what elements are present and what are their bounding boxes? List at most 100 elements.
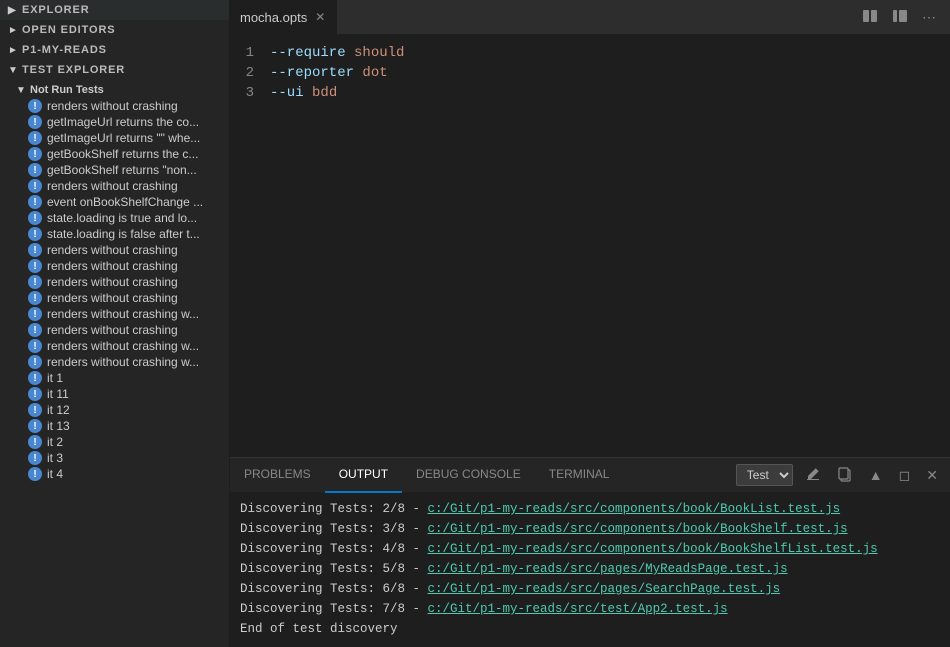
p1-my-reads-header[interactable]: ► P1-MY-READS xyxy=(0,40,229,60)
panel-controls: Test ▲ ◻ ✕ xyxy=(736,464,950,487)
test-item[interactable]: ! renders without crashing xyxy=(0,258,229,274)
test-item[interactable]: ! renders without crashing w... xyxy=(0,354,229,370)
test-item-label: it 4 xyxy=(47,467,221,481)
explorer-label: EXPLORER xyxy=(22,4,90,16)
not-run-tests-chevron: ▼ xyxy=(16,85,26,95)
tab-problems[interactable]: PROBLEMS xyxy=(230,458,325,493)
line-number: 2 xyxy=(240,63,270,83)
test-item[interactable]: ! renders without crashing w... xyxy=(0,338,229,354)
panel-tab-bar: PROBLEMS OUTPUT DEBUG CONSOLE TERMINAL T… xyxy=(230,458,950,493)
test-item-label: getBookShelf returns "non... xyxy=(47,163,221,177)
test-item-label: getImageUrl returns "" whe... xyxy=(47,131,221,145)
test-item[interactable]: ! getImageUrl returns the co... xyxy=(0,114,229,130)
test-status-icon: ! xyxy=(28,163,42,177)
toggle-sidebar-icon[interactable] xyxy=(888,6,912,29)
maximize-panel-icon[interactable]: ▲ xyxy=(865,465,887,485)
close-panel-icon[interactable]: ✕ xyxy=(922,465,942,486)
split-editor-icon[interactable] xyxy=(858,6,882,29)
test-item-label: getImageUrl returns the co... xyxy=(47,115,221,129)
test-item[interactable]: ! it 13 xyxy=(0,418,229,434)
test-item[interactable]: ! state.loading is false after t... xyxy=(0,226,229,242)
not-run-tests-header[interactable]: ▼ Not Run Tests xyxy=(0,82,229,98)
explorer-header[interactable]: ▶ EXPLORER xyxy=(0,0,229,20)
test-status-icon: ! xyxy=(28,451,42,465)
test-item[interactable]: ! it 1 xyxy=(0,370,229,386)
output-line: Discovering Tests: 6/8 - c:/Git/p1-my-re… xyxy=(240,579,940,599)
test-status-icon: ! xyxy=(28,323,42,337)
test-status-icon: ! xyxy=(28,371,42,385)
test-status-icon: ! xyxy=(28,419,42,433)
p1-my-reads-label: P1-MY-READS xyxy=(22,44,107,56)
output-plain: Discovering Tests: 4/8 - xyxy=(240,539,428,559)
output-line: End of test discovery xyxy=(240,619,940,639)
test-item-label: it 12 xyxy=(47,403,221,417)
output-source-dropdown[interactable]: Test xyxy=(736,464,793,486)
test-status-icon: ! xyxy=(28,291,42,305)
tab-label: mocha.opts xyxy=(240,10,307,25)
test-item[interactable]: ! renders without crashing xyxy=(0,274,229,290)
tab-terminal[interactable]: TERMINAL xyxy=(535,458,624,493)
tab-problems-label: PROBLEMS xyxy=(244,467,311,481)
test-status-icon: ! xyxy=(28,195,42,209)
test-item[interactable]: ! getImageUrl returns "" whe... xyxy=(0,130,229,146)
output-link[interactable]: c:/Git/p1-my-reads/src/components/book/B… xyxy=(428,499,841,519)
output-link[interactable]: c:/Git/p1-my-reads/src/test/App2.test.js xyxy=(428,599,728,619)
output-line: Discovering Tests: 2/8 - c:/Git/p1-my-re… xyxy=(240,499,940,519)
test-item-label: renders without crashing w... xyxy=(47,307,221,321)
tab-close-button[interactable]: ✕ xyxy=(313,9,327,25)
test-explorer-header[interactable]: ▼ TEST EXPLORER xyxy=(0,60,229,80)
output-plain: Discovering Tests: 7/8 - xyxy=(240,599,428,619)
open-editors-header[interactable]: ► OPEN EDITORS xyxy=(0,20,229,40)
output-link[interactable]: c:/Git/p1-my-reads/src/components/book/B… xyxy=(428,539,878,559)
line-content: --ui bdd xyxy=(270,83,337,103)
output-link[interactable]: c:/Git/p1-my-reads/src/pages/MyReadsPage… xyxy=(428,559,788,579)
line-content: --reporter dot xyxy=(270,63,388,83)
test-item[interactable]: ! renders without crashing w... xyxy=(0,306,229,322)
test-item[interactable]: ! it 11 xyxy=(0,386,229,402)
tab-output[interactable]: OUTPUT xyxy=(325,458,402,493)
test-status-icon: ! xyxy=(28,355,42,369)
test-item[interactable]: ! state.loading is true and lo... xyxy=(0,210,229,226)
output-link[interactable]: c:/Git/p1-my-reads/src/components/book/B… xyxy=(428,519,848,539)
test-item[interactable]: ! it 2 xyxy=(0,434,229,450)
more-actions-icon[interactable]: ⋯ xyxy=(918,7,940,28)
test-item[interactable]: ! renders without crashing xyxy=(0,98,229,114)
test-item[interactable]: ! getBookShelf returns the c... xyxy=(0,146,229,162)
test-explorer-label: TEST EXPLORER xyxy=(22,64,125,76)
test-item[interactable]: ! renders without crashing xyxy=(0,322,229,338)
output-plain: Discovering Tests: 5/8 - xyxy=(240,559,428,579)
output-link[interactable]: c:/Git/p1-my-reads/src/pages/SearchPage.… xyxy=(428,579,781,599)
test-status-icon: ! xyxy=(28,275,42,289)
test-item[interactable]: ! it 12 xyxy=(0,402,229,418)
output-plain: Discovering Tests: 2/8 - xyxy=(240,499,428,519)
tab-terminal-label: TERMINAL xyxy=(549,467,610,481)
test-item-label: renders without crashing w... xyxy=(47,355,221,369)
copy-output-icon[interactable] xyxy=(833,464,857,487)
test-item-label: it 13 xyxy=(47,419,221,433)
test-item[interactable]: ! renders without crashing xyxy=(0,178,229,194)
test-item[interactable]: ! event onBookShelfChange ... xyxy=(0,194,229,210)
test-item-label: it 3 xyxy=(47,451,221,465)
test-item[interactable]: ! it 4 xyxy=(0,466,229,482)
tab-output-label: OUTPUT xyxy=(339,467,388,481)
test-status-icon: ! xyxy=(28,131,42,145)
open-editors-label: OPEN EDITORS xyxy=(22,24,115,36)
editor-tab-mocha[interactable]: mocha.opts ✕ xyxy=(230,0,338,35)
output-line: Discovering Tests: 3/8 - c:/Git/p1-my-re… xyxy=(240,519,940,539)
p1-my-reads-chevron: ► xyxy=(8,45,18,55)
test-item[interactable]: ! renders without crashing xyxy=(0,290,229,306)
output-plain: Discovering Tests: 3/8 - xyxy=(240,519,428,539)
test-item[interactable]: ! renders without crashing xyxy=(0,242,229,258)
sidebar-scroll: ▶ EXPLORER ► OPEN EDITORS ► P1-MY-READS … xyxy=(0,0,229,647)
tab-debug-console[interactable]: DEBUG CONSOLE xyxy=(402,458,535,493)
code-editor[interactable]: 1 --require should 2 --reporter dot 3 --… xyxy=(230,35,950,457)
test-item-label: renders without crashing xyxy=(47,99,221,113)
test-item-label: renders without crashing xyxy=(47,275,221,289)
test-status-icon: ! xyxy=(28,227,42,241)
test-status-icon: ! xyxy=(28,339,42,353)
clear-output-icon[interactable] xyxy=(801,464,825,487)
test-item[interactable]: ! getBookShelf returns "non... xyxy=(0,162,229,178)
split-panel-icon[interactable]: ◻ xyxy=(895,465,915,486)
not-run-tests-label: Not Run Tests xyxy=(30,84,104,96)
test-item[interactable]: ! it 3 xyxy=(0,450,229,466)
